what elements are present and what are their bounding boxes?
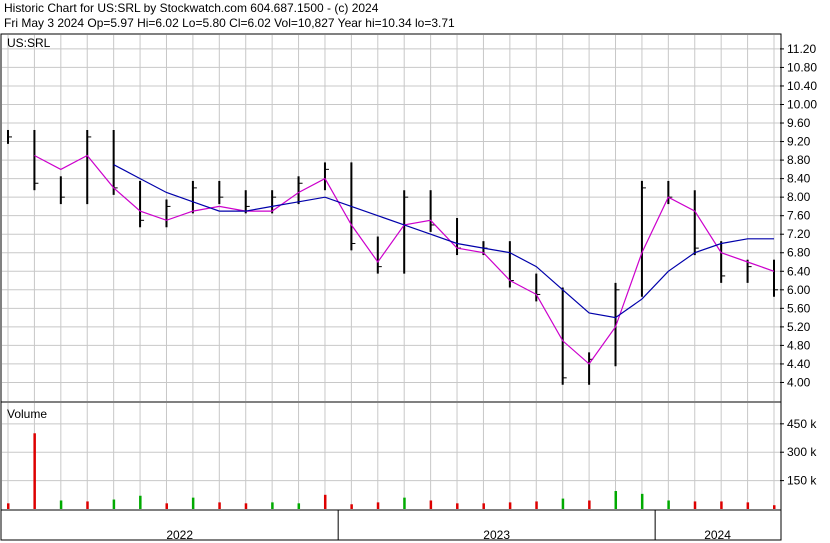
volume-bar (33, 433, 36, 509)
volume-bar (508, 502, 512, 509)
volume-bar (667, 500, 670, 509)
volume-bar (218, 502, 221, 509)
price-tick-label: 8.00 (787, 190, 811, 204)
price-tick-label: 7.60 (787, 209, 811, 223)
price-tick-label: 10.00 (787, 97, 817, 111)
volume-bar (561, 498, 565, 509)
price-tick-label: 9.60 (787, 116, 811, 130)
volume-bar (456, 503, 459, 509)
volume-bar (773, 505, 776, 509)
volume-bar (614, 491, 618, 509)
price-tick-label: 6.00 (787, 283, 811, 297)
price-tick-label: 4.00 (787, 375, 811, 389)
price-tick-label: 4.40 (787, 357, 811, 371)
volume-bar (720, 501, 723, 509)
volume-tick-label: 450 k (787, 417, 817, 431)
price-tick-label: 11.20 (787, 42, 816, 56)
volume-bar (535, 501, 538, 509)
volume-bar (139, 495, 142, 509)
volume-bar (271, 502, 274, 509)
price-tick-label: 8.80 (787, 153, 811, 167)
price-tick-label: 6.40 (787, 264, 811, 278)
price-tick-label: 8.40 (787, 172, 811, 186)
chart-header-title: Historic Chart for US:SRL by Stockwatch.… (4, 1, 379, 15)
volume-bar (403, 497, 406, 509)
volume-bar (350, 504, 353, 509)
volume-label: Volume (7, 407, 47, 421)
price-tick-label: 9.20 (787, 135, 811, 149)
volume-tick-label: 150 k (787, 474, 817, 488)
volume-bar (746, 502, 750, 509)
volume-bar (693, 501, 697, 509)
volume-bar (191, 497, 195, 509)
volume-bar (588, 500, 591, 509)
price-tick-label: 10.40 (787, 79, 817, 93)
year-label: 2023 (483, 528, 510, 542)
price-tick-label: 5.60 (787, 301, 811, 315)
volume-bar (482, 503, 485, 509)
volume-bar (244, 503, 248, 509)
volume-bar (376, 502, 380, 509)
volume-bar (297, 503, 301, 509)
price-tick-label: 7.20 (787, 227, 811, 241)
volume-bar (429, 500, 433, 509)
volume-bar (165, 503, 168, 509)
price-tick-label: 6.80 (787, 246, 811, 260)
volume-bar (323, 494, 327, 509)
price-tick-label: 10.80 (787, 60, 817, 74)
volume-bar (640, 493, 644, 509)
stock-chart: Historic Chart for US:SRL by Stockwatch.… (0, 0, 830, 543)
volume-bar (7, 503, 10, 509)
volume-tick-label: 300 k (787, 445, 817, 459)
volume-bar (59, 500, 63, 509)
price-tick-label: 5.20 (787, 320, 811, 334)
symbol-label: US:SRL (7, 36, 51, 50)
year-label: 2024 (704, 528, 731, 542)
volume-bar (112, 499, 116, 509)
price-tick-label: 4.80 (787, 338, 811, 352)
year-label: 2022 (166, 528, 193, 542)
volume-bar (86, 501, 89, 509)
chart-header-quote: Fri May 3 2024 Op=5.97 Hi=6.02 Lo=5.80 C… (4, 16, 455, 30)
